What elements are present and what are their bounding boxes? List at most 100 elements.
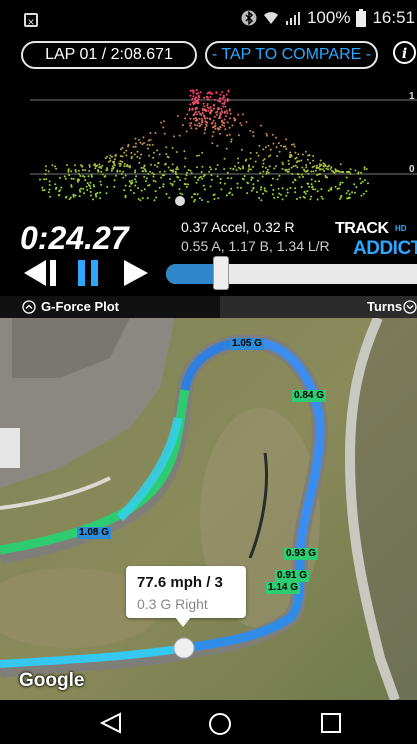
plot-dot <box>163 174 166 177</box>
plot-dot <box>172 170 175 173</box>
plot-dot <box>347 189 350 192</box>
plot-dot <box>160 176 163 179</box>
plot-dot <box>277 142 280 145</box>
plot-dot <box>184 177 187 180</box>
plot-dot <box>54 165 57 168</box>
plot-dot <box>80 187 83 190</box>
bottom-tabs: G-Force Plot Turns <box>0 296 417 318</box>
plot-dot <box>339 197 341 200</box>
plot-dot <box>89 190 92 193</box>
lap-selector-button[interactable]: LAP 01 / 2:08.671 <box>21 41 197 69</box>
plot-dot <box>65 196 67 199</box>
back-nav-icon[interactable] <box>100 712 122 734</box>
plot-dot <box>136 150 139 153</box>
recents-nav-icon[interactable] <box>320 712 342 734</box>
plot-dot <box>194 119 197 122</box>
plot-dot <box>189 89 192 92</box>
plot-dot <box>273 167 276 170</box>
plot-dot <box>203 108 206 111</box>
plot-dot <box>303 169 306 172</box>
plot-dot <box>307 172 310 175</box>
plot-dot <box>308 154 311 157</box>
plot-dot <box>252 183 255 186</box>
plot-dot <box>286 188 289 191</box>
plot-dot <box>292 165 295 168</box>
plot-dot <box>152 179 155 182</box>
plot-dot <box>108 157 111 160</box>
plot-dot <box>230 138 233 141</box>
plot-dot <box>360 171 363 174</box>
plot-dot <box>297 173 300 176</box>
plot-dot <box>155 196 158 199</box>
plot-dot <box>88 165 91 168</box>
plot-dot <box>272 189 275 191</box>
plot-dot <box>341 181 344 184</box>
plot-dot <box>338 170 341 173</box>
plot-dot <box>224 110 227 113</box>
plot-dot <box>221 91 224 94</box>
plot-dot <box>124 174 127 177</box>
plot-dot <box>297 153 300 156</box>
plot-dot <box>111 165 114 168</box>
plot-dot <box>225 147 228 150</box>
plot-dot <box>124 196 127 199</box>
plot-dot <box>194 198 196 201</box>
plot-dot <box>363 166 366 169</box>
plot-dot <box>152 175 155 178</box>
bubble-gforce: 0.3 G Right <box>137 596 208 612</box>
plot-dot <box>229 191 231 194</box>
plot-dot <box>353 183 356 186</box>
plot-dot <box>134 178 137 181</box>
info-icon[interactable]: i <box>392 40 417 68</box>
rewind-button[interactable] <box>22 258 62 288</box>
plot-dot <box>197 94 200 97</box>
plot-dot <box>107 160 110 163</box>
plot-dot <box>223 157 226 160</box>
track-map[interactable] <box>0 318 417 700</box>
plot-dot <box>306 190 309 193</box>
plot-dot <box>78 173 81 175</box>
plot-dot <box>224 128 227 131</box>
plot-dot <box>216 164 219 166</box>
plot-dot <box>191 101 194 104</box>
plot-dot <box>231 124 234 127</box>
plot-dot <box>175 151 178 153</box>
tab-gforce-plot[interactable]: G-Force Plot <box>0 296 220 318</box>
plot-dot <box>292 181 295 184</box>
pause-button[interactable] <box>76 258 102 288</box>
plot-dot <box>309 162 312 164</box>
plot-dot <box>261 165 264 168</box>
plot-dot <box>221 102 224 105</box>
compare-button[interactable]: - TAP TO COMPARE - <box>205 41 378 69</box>
play-icon <box>124 260 148 286</box>
plot-dot <box>162 120 165 123</box>
plot-dot <box>184 183 187 186</box>
plot-dot <box>143 175 146 178</box>
plot-dot <box>156 149 159 152</box>
home-nav-icon[interactable] <box>208 712 232 736</box>
plot-dot <box>169 182 172 185</box>
play-button[interactable] <box>120 258 150 288</box>
plot-dot <box>327 168 330 171</box>
plot-dot <box>189 169 192 172</box>
playback-slider-thumb[interactable] <box>213 256 230 290</box>
plot-dot <box>211 121 214 124</box>
plot-dot <box>151 172 154 175</box>
tab-turns[interactable]: Turns <box>220 296 417 318</box>
plot-dot <box>84 169 87 172</box>
plot-dot <box>240 124 243 127</box>
plot-dot <box>201 165 204 168</box>
plot-dot <box>252 135 255 137</box>
plot-dot <box>48 180 51 183</box>
plot-dot <box>139 141 142 144</box>
plot-dot <box>173 180 176 183</box>
plot-dot <box>265 132 268 135</box>
plot-dot <box>278 192 281 195</box>
plot-dot <box>219 178 222 180</box>
plot-dot <box>55 167 58 170</box>
plot-dot <box>226 134 229 137</box>
plot-dot <box>211 142 214 145</box>
plot-dot <box>195 127 198 130</box>
plot-dot <box>145 177 148 180</box>
plot-dot <box>296 166 299 169</box>
